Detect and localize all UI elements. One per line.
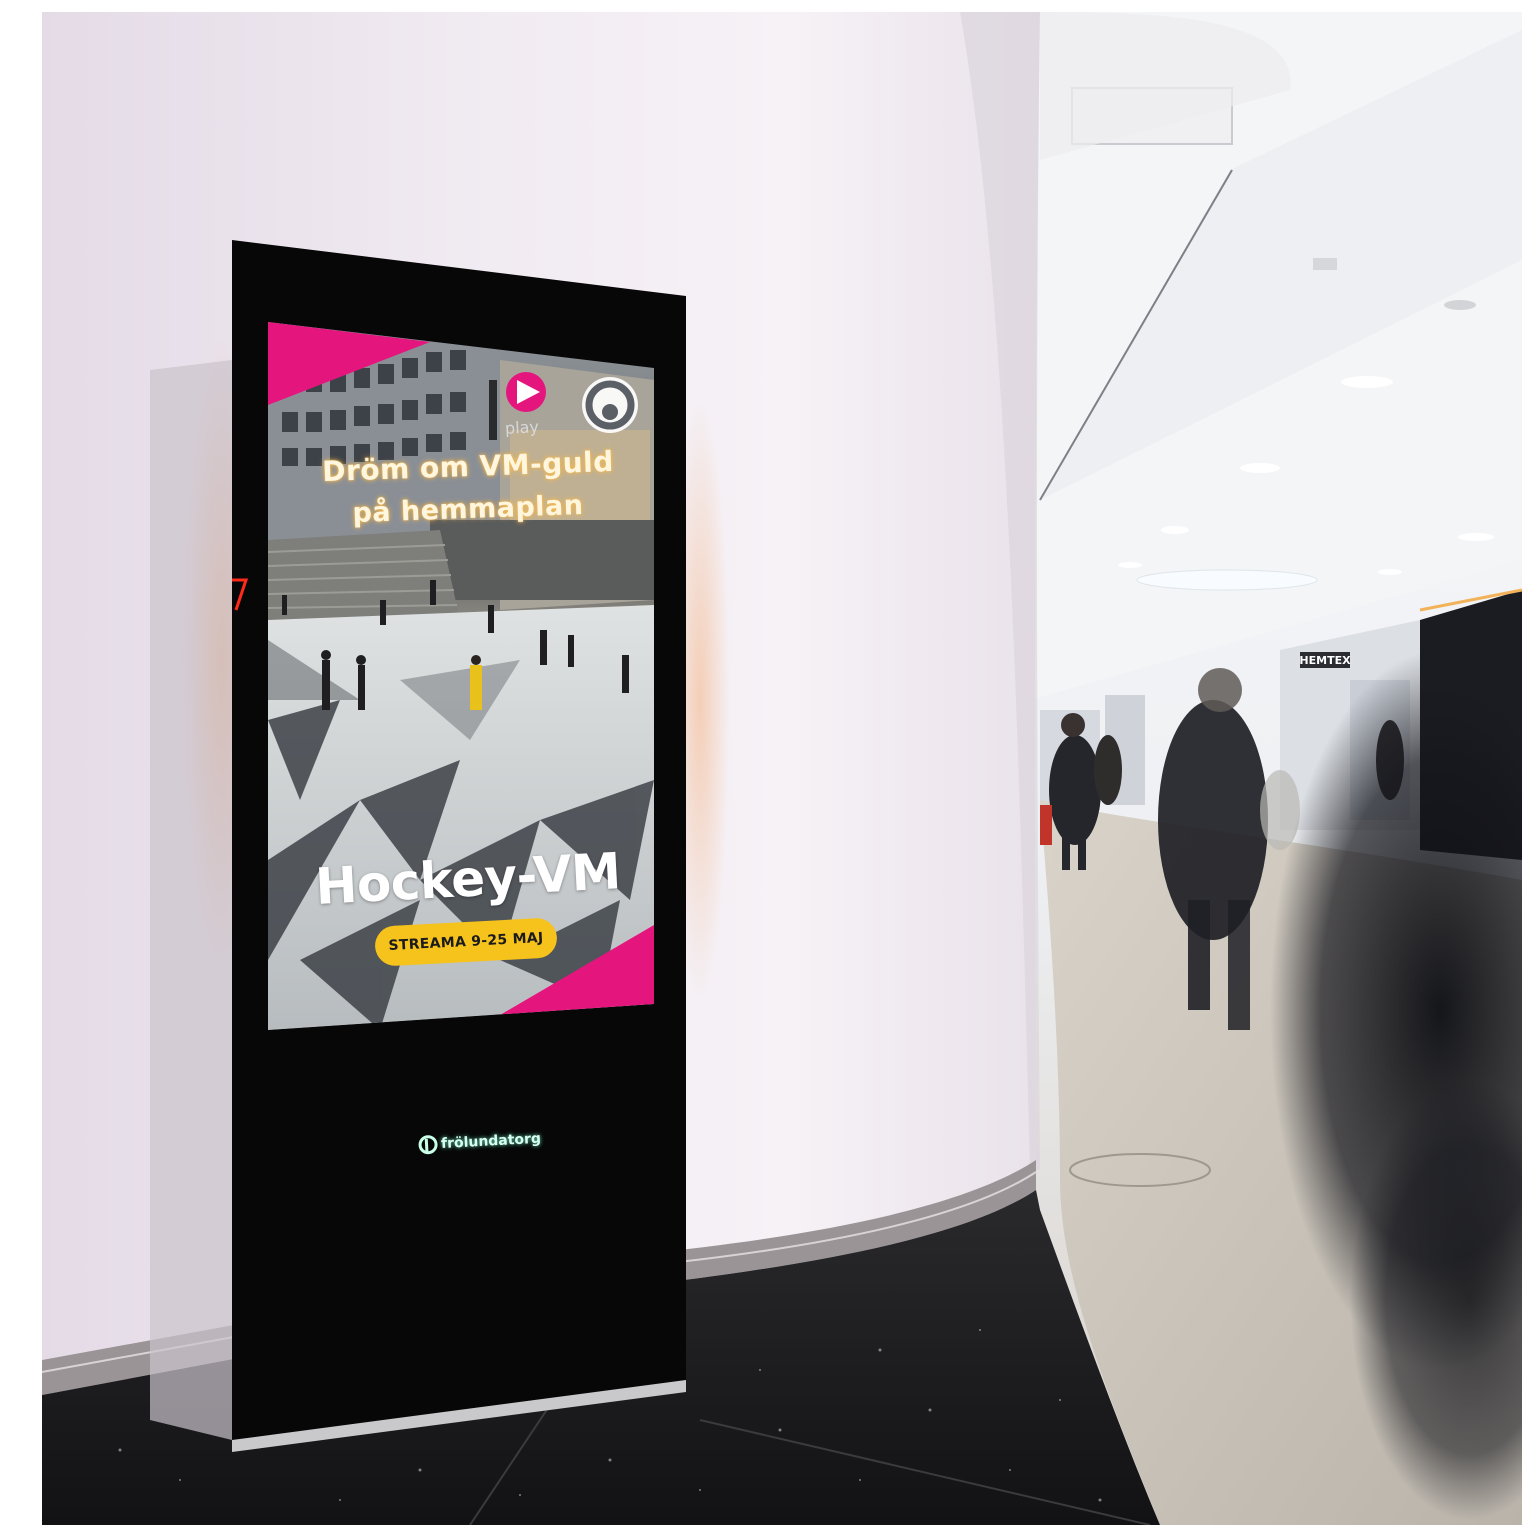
store-sign-text: HEMTEX [1299,654,1351,667]
venue-logo-icon [418,1135,438,1155]
play-brand-text: play [504,417,540,438]
scene-artwork: HEMTEX [0,0,1522,1525]
mall-scene: HEMTEX Dröm om VM-guld på hemmaplan play… [0,0,1522,1525]
venue-logo-text: frölundatorg [440,1130,542,1153]
